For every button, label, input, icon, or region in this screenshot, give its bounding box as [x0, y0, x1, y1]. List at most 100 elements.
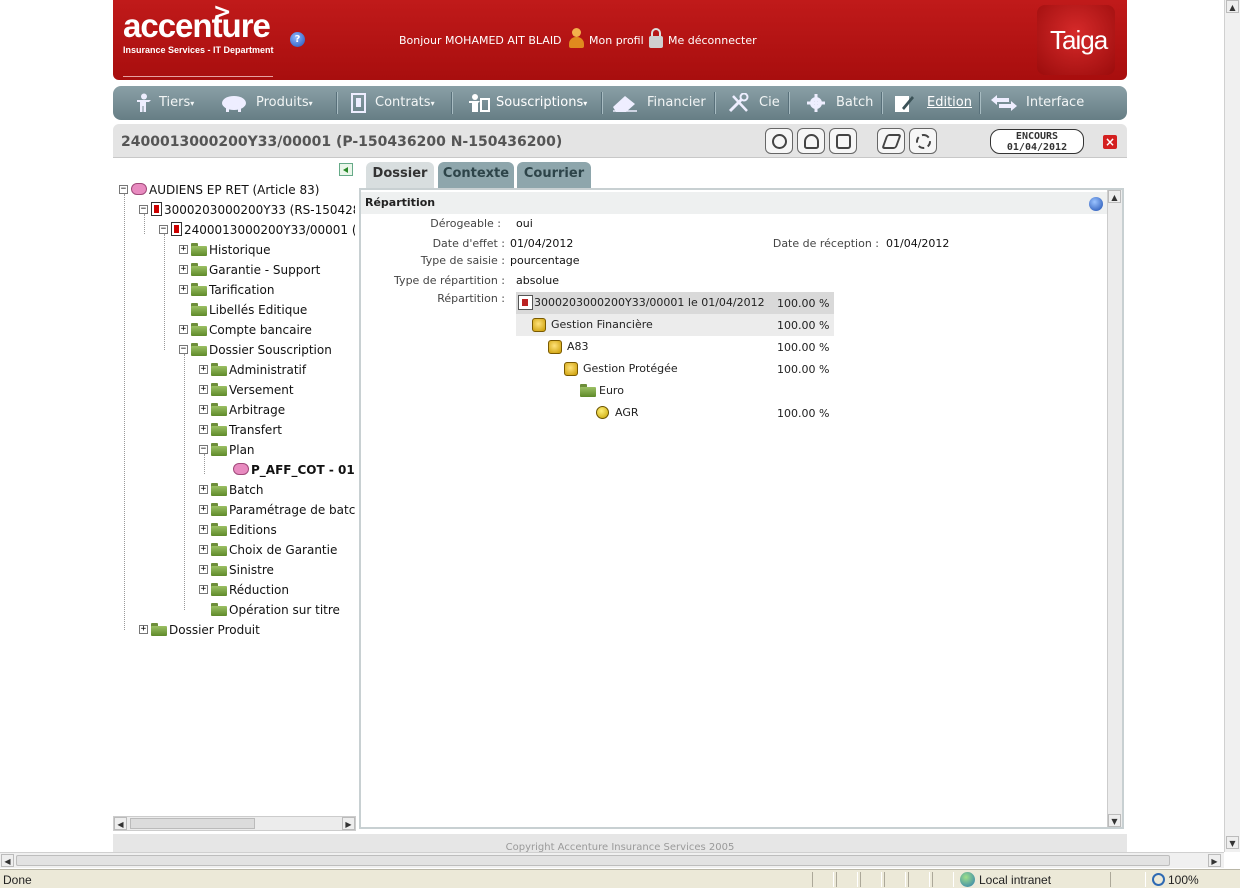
tiers-tool-button[interactable]	[765, 128, 793, 154]
collapse-icon[interactable]: −	[139, 205, 148, 214]
nav-item-contrats[interactable]: Contrats▾	[348, 86, 444, 120]
derogeable-value: oui	[516, 217, 533, 230]
lock-icon[interactable]	[649, 28, 663, 48]
expand-icon[interactable]: +	[199, 405, 208, 414]
tree-node[interactable]: + Transfert	[199, 422, 355, 442]
contract-icon	[151, 202, 162, 216]
page-horizontal-scrollbar[interactable]: ◀ ▶	[0, 852, 1224, 868]
expand-icon[interactable]: +	[179, 285, 188, 294]
collapse-icon[interactable]: −	[199, 445, 208, 454]
nav-item-edition[interactable]: Edition	[893, 86, 975, 120]
expand-icon[interactable]: +	[199, 505, 208, 514]
info-icon[interactable]	[1089, 197, 1103, 211]
tree-node[interactable]: + Compte bancaire	[179, 322, 355, 342]
nav-item-financier[interactable]: Financier	[610, 86, 710, 120]
collapse-panel-icon[interactable]	[339, 163, 353, 176]
expand-icon[interactable]: +	[139, 625, 148, 634]
status-cell	[836, 872, 858, 887]
expand-icon[interactable]: +	[199, 525, 208, 534]
tree-node[interactable]: + Tarification	[179, 282, 355, 302]
content-vertical-scrollbar[interactable]: ▲ ▼	[1107, 190, 1122, 827]
status-cell[interactable]	[1110, 872, 1146, 887]
close-icon[interactable]: ×	[1103, 135, 1117, 149]
expand-icon[interactable]: +	[199, 425, 208, 434]
contract-icon	[836, 134, 851, 149]
scroll-up-arrow[interactable]: ▲	[1226, 0, 1239, 13]
tab-dossier[interactable]: Dossier	[366, 162, 434, 188]
folder-icon	[211, 523, 227, 536]
help-icon[interactable]: ?	[290, 32, 305, 47]
repartition-row-percent: 100.00 %	[777, 341, 830, 354]
tree-node[interactable]: + Paramétrage de batch	[199, 502, 355, 522]
scrollbar-thumb[interactable]	[130, 818, 255, 829]
tree-node[interactable]: − AUDIENS EP RET (Article 83)	[119, 182, 355, 202]
tab-contexte[interactable]: Contexte	[438, 162, 514, 188]
expand-icon[interactable]: +	[199, 365, 208, 374]
expand-icon[interactable]: +	[179, 245, 188, 254]
tree-node[interactable]: Libellés Editique	[179, 302, 355, 322]
tree-node[interactable]: − Dossier Souscription	[179, 342, 355, 362]
financier-tool-button[interactable]	[877, 128, 905, 154]
scroll-down-arrow[interactable]: ▼	[1226, 836, 1239, 849]
scroll-up-arrow[interactable]: ▲	[1108, 190, 1121, 203]
tree-node[interactable]: − 3000203000200Y33 (RS-150428	[139, 202, 355, 222]
produit-tool-button[interactable]	[797, 128, 825, 154]
scroll-left-arrow[interactable]: ◀	[114, 817, 127, 830]
zoom-level[interactable]: 100%	[1168, 873, 1199, 887]
nav-label-contrats: Contrats▾	[375, 95, 435, 110]
tree-horizontal-scrollbar[interactable]: ◀ ▶	[113, 816, 356, 831]
scroll-right-arrow[interactable]: ▶	[1208, 854, 1221, 867]
tree-node[interactable]: + Arbitrage	[199, 402, 355, 422]
tree-node[interactable]: − 2400013000200Y33/00001 (P	[159, 222, 355, 242]
batch-tool-button[interactable]	[909, 128, 937, 154]
scrollbar-thumb[interactable]	[16, 855, 1170, 866]
expand-icon[interactable]: +	[199, 585, 208, 594]
tree-node[interactable]: + Editions	[199, 522, 355, 542]
expand-icon[interactable]: +	[179, 265, 188, 274]
collapse-icon[interactable]: −	[159, 225, 168, 234]
nav-item-batch[interactable]: Batch	[805, 86, 885, 120]
tree-node[interactable]: − Plan	[199, 442, 355, 462]
tree-node[interactable]: + Sinistre	[199, 562, 355, 582]
type-saisie-label: Type de saisie :	[420, 254, 505, 267]
nav-item-interface[interactable]: Interface	[989, 86, 1089, 120]
nav-label-financier: Financier	[647, 95, 706, 110]
nav-item-cie[interactable]: Cie	[727, 86, 787, 120]
tree-node[interactable]: + Versement	[199, 382, 355, 402]
tree-node[interactable]: + Réduction	[199, 582, 355, 602]
collapse-icon[interactable]: −	[119, 185, 128, 194]
tree-node[interactable]: + Choix de Garantie	[199, 542, 355, 562]
expand-icon[interactable]: +	[199, 485, 208, 494]
profile-link[interactable]: Mon profil	[589, 34, 644, 47]
tree-node-label: Sinistre	[229, 563, 274, 577]
expand-icon[interactable]: +	[179, 325, 188, 334]
derogeable-label: Dérogeable :	[430, 217, 501, 230]
scroll-left-arrow[interactable]: ◀	[1, 854, 14, 867]
logout-link[interactable]: Me déconnecter	[668, 34, 757, 47]
expand-icon[interactable]: +	[199, 545, 208, 554]
page-vertical-scrollbar[interactable]: ▲ ▼	[1224, 0, 1240, 852]
scroll-down-arrow[interactable]: ▼	[1108, 814, 1121, 827]
tree-node[interactable]: + Batch	[199, 482, 355, 502]
nav-item-tiers[interactable]: Tiers▾	[133, 86, 203, 120]
zoom-icon[interactable]	[1152, 873, 1165, 886]
tree-node[interactable]: + Garantie - Support	[179, 262, 355, 282]
tree-node[interactable]: Opération sur titre	[199, 602, 355, 622]
logo-subtitle: Insurance Services - IT Department	[123, 45, 274, 55]
repartition-row[interactable]: Euro	[516, 380, 834, 402]
nav-item-souscriptions[interactable]: Souscriptions▾	[468, 86, 598, 120]
nav-item-produits[interactable]: Produits▾	[219, 86, 319, 120]
tab-courrier[interactable]: Courrier	[517, 162, 591, 188]
expand-icon[interactable]: +	[199, 565, 208, 574]
tree-node[interactable]: P_AFF_COT - 01	[219, 462, 355, 482]
expand-icon[interactable]: +	[199, 385, 208, 394]
tree-node[interactable]: + Dossier Produit	[139, 622, 355, 642]
tree-node[interactable]: + Historique	[179, 242, 355, 262]
tree-node[interactable]: + Administratif	[199, 362, 355, 382]
repartition-row-label: Gestion Financière	[551, 318, 653, 331]
profile-icon[interactable]	[568, 28, 584, 48]
nav-separator	[336, 92, 338, 114]
contrat-tool-button[interactable]	[829, 128, 857, 154]
scroll-right-arrow[interactable]: ▶	[342, 817, 355, 830]
collapse-icon[interactable]: −	[179, 345, 188, 354]
